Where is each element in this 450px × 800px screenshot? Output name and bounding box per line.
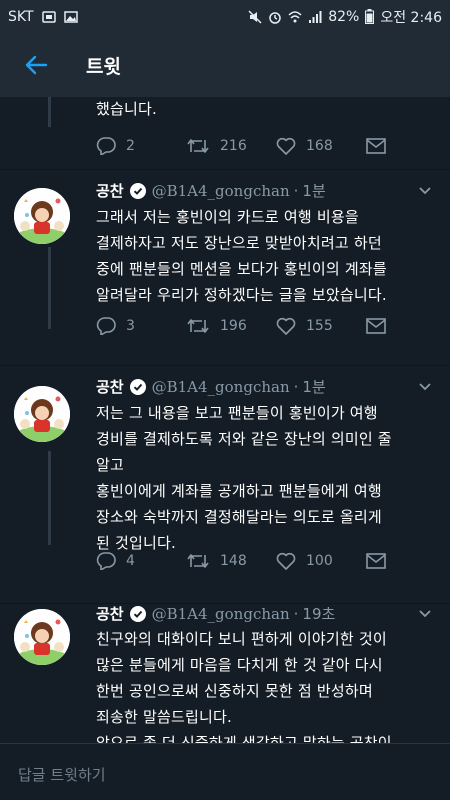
- like-button[interactable]: 155: [276, 317, 366, 335]
- tweet[interactable]: 공찬 @B1A4_gongchan · 19초 친구와의 대화이다 보니 편하게…: [0, 604, 450, 743]
- tweet-feed[interactable]: 했습니다. 2 216 168 공찬 @B1A4_gongchan · 1분 그…: [0, 97, 450, 743]
- arrow-left-icon: [25, 55, 48, 75]
- status-bar: SKT 82% 오전 2:46: [0, 0, 450, 33]
- tweet-actions: 3 196 155: [96, 317, 396, 335]
- like-count: 155: [306, 318, 333, 334]
- clock: 오전 2:46: [380, 9, 442, 26]
- display-name[interactable]: 공찬: [96, 376, 124, 397]
- carrier-label: SKT: [8, 8, 34, 25]
- battery-percent: 82%: [328, 8, 360, 25]
- chevron-down-icon[interactable]: [418, 186, 432, 196]
- tweet-actions: 4 148 100: [96, 552, 396, 570]
- notification-icon: [41, 10, 56, 23]
- tweet-text: 저는 그 내용을 보고 팬분들이 홍빈이가 여행 경비를 결제하도록 저와 같은…: [96, 404, 392, 552]
- timestamp: 1분: [302, 182, 326, 200]
- image-icon: [63, 10, 78, 23]
- user-handle[interactable]: @B1A4_gongchan: [152, 378, 290, 396]
- reply-button[interactable]: 2: [96, 137, 186, 155]
- like-count: 100: [306, 553, 333, 569]
- tweet-header: 공찬 @B1A4_gongchan · 1분: [96, 376, 326, 397]
- reply-count: 4: [126, 553, 135, 569]
- retweet-count: 148: [220, 553, 247, 569]
- dm-button[interactable]: [366, 553, 396, 569]
- verified-icon: [129, 605, 146, 622]
- retweet-button[interactable]: 148: [186, 552, 276, 570]
- verified-icon: [129, 378, 146, 395]
- timestamp: 1분: [302, 378, 326, 396]
- reply-count: 2: [126, 138, 135, 154]
- display-name[interactable]: 공찬: [96, 180, 124, 201]
- tweet-text: 그래서 저는 홍빈이의 카드로 여행 비용을 결제하자고 저도 장난으로 맞받아…: [96, 208, 387, 304]
- tweet-partial[interactable]: 했습니다. 2 216 168: [0, 97, 450, 169]
- retweet-button[interactable]: 216: [186, 137, 276, 155]
- retweet-count: 216: [220, 138, 247, 154]
- reply-input[interactable]: [16, 762, 440, 788]
- avatar-illustration: [14, 188, 70, 244]
- user-handle[interactable]: @B1A4_gongchan: [152, 605, 290, 623]
- heart-icon: [276, 137, 296, 155]
- mail-icon: [366, 318, 386, 334]
- reply-button[interactable]: 3: [96, 317, 186, 335]
- heart-icon: [276, 317, 296, 335]
- separator-dot: ·: [293, 604, 299, 623]
- avatar[interactable]: [14, 188, 70, 244]
- tweet-header: 공찬 @B1A4_gongchan · 19초: [96, 603, 335, 624]
- avatar-illustration: [14, 386, 70, 442]
- reply-button[interactable]: 4: [96, 552, 186, 570]
- separator-dot: ·: [293, 377, 299, 396]
- verified-icon: [129, 182, 146, 199]
- reply-count: 3: [126, 318, 135, 334]
- reply-icon: [96, 137, 116, 155]
- retweet-icon: [187, 554, 209, 568]
- chevron-down-icon[interactable]: [418, 609, 432, 619]
- retweet-icon: [187, 319, 209, 333]
- wifi-icon: [288, 10, 302, 22]
- retweet-icon: [187, 139, 209, 153]
- page-title: 트윗: [86, 55, 121, 78]
- tweet-header: 공찬 @B1A4_gongchan · 1분: [96, 180, 326, 201]
- dm-button[interactable]: [366, 318, 396, 334]
- mail-icon: [366, 138, 386, 154]
- user-handle[interactable]: @B1A4_gongchan: [152, 182, 290, 200]
- battery-icon: [365, 9, 375, 24]
- tweet[interactable]: 공찬 @B1A4_gongchan · 1분 그래서 저는 홍빈이의 카드로 여…: [0, 170, 450, 365]
- like-button[interactable]: 168: [276, 137, 366, 155]
- like-count: 168: [306, 138, 333, 154]
- tweet-text: 했습니다.: [96, 100, 157, 118]
- alarm-icon: [269, 11, 281, 24]
- tweet-actions: 2 216 168: [96, 137, 396, 155]
- mute-icon: [248, 9, 262, 24]
- tweet[interactable]: 공찬 @B1A4_gongchan · 1분 저는 그 내용을 보고 팬분들이 …: [0, 366, 450, 603]
- like-button[interactable]: 100: [276, 552, 366, 570]
- separator-dot: ·: [293, 181, 299, 200]
- signal-icon: [309, 10, 322, 23]
- reply-bar: [0, 743, 450, 800]
- app-header: 트윗: [0, 33, 450, 97]
- back-button[interactable]: [16, 45, 56, 85]
- reply-icon: [96, 317, 116, 335]
- heart-icon: [276, 552, 296, 570]
- retweet-count: 196: [220, 318, 247, 334]
- avatar-illustration: [14, 609, 70, 665]
- tweet-text: 친구와의 대화이다 보니 편하게 이야기한 것이 많은 분들에게 마음을 다치게…: [96, 630, 392, 743]
- timestamp: 19초: [302, 605, 336, 623]
- dm-button[interactable]: [366, 138, 396, 154]
- chevron-down-icon[interactable]: [418, 382, 432, 392]
- display-name[interactable]: 공찬: [96, 603, 124, 624]
- retweet-button[interactable]: 196: [186, 317, 276, 335]
- avatar[interactable]: [14, 609, 70, 665]
- reply-icon: [96, 552, 116, 570]
- avatar[interactable]: [14, 386, 70, 442]
- mail-icon: [366, 553, 386, 569]
